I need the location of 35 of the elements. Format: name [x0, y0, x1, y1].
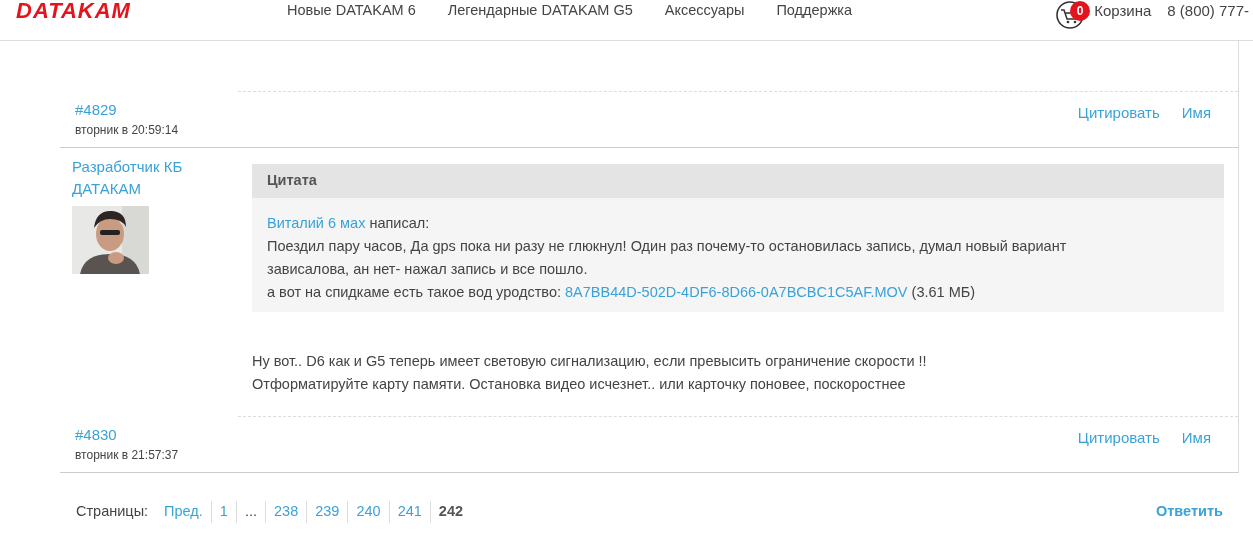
post-number-link[interactable]: #4830: [75, 423, 223, 447]
attachment-link[interactable]: 8A7BB44D-502D-4DF6-8D66-0A7BCBC1C5AF.MOV: [565, 283, 908, 300]
nav-link[interactable]: Новые DATAKAM 6: [270, 0, 432, 20]
cart-link[interactable]: Корзина: [1094, 0, 1152, 23]
post-text: Отформатируйте карту памяти. Остановка видео исчезнет.. или карточку поновее, поскоростнее: [252, 374, 907, 394]
quote-attribution: Виталий 6 мах написал:: [267, 213, 431, 233]
quote-text: Поездил пару часов, Да gps пока ни разу не глюкнул! Один раз почему-то остановилась запись, думал новый вариант зависалова, ан нет- нажал запись и все пошло.: [267, 236, 1068, 279]
nav-link[interactable]: Легендарные DATAKAM G5: [431, 0, 649, 20]
post-date: вторник в 21:57:37: [75, 447, 180, 465]
pagination-label: Страницы:: [76, 502, 149, 522]
post-action-link[interactable]: Цитировать: [1077, 426, 1160, 463]
post-action-link[interactable]: Цитировать: [1077, 101, 1160, 137]
nav-link[interactable]: Аксессуары: [648, 0, 761, 20]
quote-title: Цитата: [252, 164, 1224, 198]
post-text: Ну вот.. D6 как и G5 теперь имеет световую сигнализацию, если превысить ограничение скорости !!: [252, 351, 928, 371]
page-link[interactable]: 239: [306, 501, 348, 523]
page-link[interactable]: 241: [388, 501, 430, 523]
page-link[interactable]: 242: [429, 501, 472, 523]
author-link[interactable]: Разработчик КБ ДАТАКАМ: [72, 156, 226, 200]
attachment-line: а вот на спидкаме есть такое вод уродство: 8A7BB44D-502D-4DF6-8D66-0A7BCBC1C5AF.MOV (3.61 МБ): [267, 282, 977, 302]
quote-author-link[interactable]: Виталий 6 мах: [267, 214, 366, 231]
phone-number: 8 (800) 777-: [1167, 1, 1249, 21]
cart-count-badge: 0: [1070, 1, 1091, 21]
logo[interactable]: DATAKAM: [16, 0, 131, 22]
pagination-ellipsis: ...: [235, 501, 265, 523]
reply-link[interactable]: Ответить: [1156, 501, 1223, 523]
page-link[interactable]: 238: [265, 501, 307, 523]
page-link[interactable]: 1: [210, 501, 236, 523]
post-date: вторник в 20:59:14: [75, 122, 180, 139]
post-action-link[interactable]: Имя: [1181, 101, 1211, 137]
post-action-link[interactable]: Имя: [1181, 426, 1211, 463]
page-link[interactable]: 240: [347, 501, 389, 523]
nav-link[interactable]: Поддержка: [760, 0, 869, 20]
page-link[interactable]: Пред.: [156, 501, 211, 523]
post-number-link[interactable]: #4829: [75, 98, 223, 121]
